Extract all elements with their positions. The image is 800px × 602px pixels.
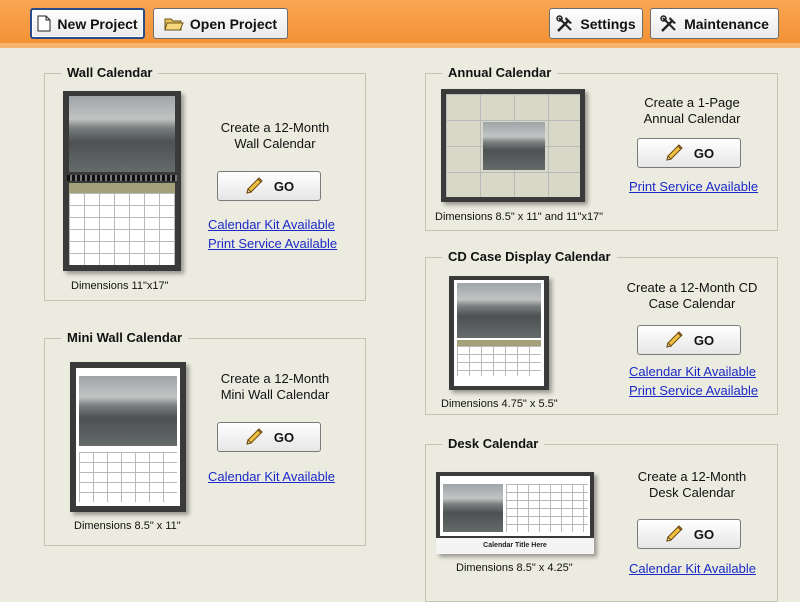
pencil-icon <box>244 427 264 447</box>
annual-calendar-go-button[interactable]: GO <box>637 138 741 168</box>
toolbar: New Project Open Project Settings Mainte… <box>0 0 800 48</box>
cd-case-calendar-description: Create a 12-Month CD Case Calendar <box>626 280 758 311</box>
mini-wall-calendar-go-button[interactable]: GO <box>217 422 321 452</box>
pencil-icon <box>244 176 264 196</box>
maintenance-label: Maintenance <box>684 15 769 32</box>
wall-calendar-group: Wall Calendar Create a 12-Month Wall Cal… <box>44 65 366 301</box>
cd-case-calendar-title: CD Case Display Calendar <box>442 249 617 264</box>
pencil-icon <box>664 330 684 350</box>
desk-calendar-group: Desk Calendar Calendar Title Here Create… <box>425 436 778 602</box>
wall-calendar-dimensions: Dimensions 11"x17" <box>71 280 169 292</box>
go-label: GO <box>693 332 715 348</box>
annual-calendar-title: Annual Calendar <box>442 65 558 80</box>
open-project-label: Open Project <box>189 15 278 32</box>
wall-calendar-thumbnail <box>63 91 181 271</box>
mini-wall-calendar-description: Create a 12-Month Mini Wall Calendar <box>220 371 330 402</box>
go-label: GO <box>273 178 295 194</box>
wall-calendar-description: Create a 12-Month Wall Calendar <box>220 120 330 151</box>
annual-calendar-description: Create a 1-Page Annual Calendar <box>643 95 741 126</box>
open-project-button[interactable]: Open Project <box>153 8 288 39</box>
desk-calendar-thumbnail: Calendar Title Here <box>436 472 594 554</box>
desk-calendar-dimensions: Dimensions 8.5" x 4.25" <box>456 562 573 574</box>
mini-wall-calendar-group: Mini Wall Calendar Create a 12-Month Min… <box>44 330 366 546</box>
cd-case-calendar-group: CD Case Display Calendar Create a 12-Mon… <box>425 249 778 415</box>
desk-calendar-description: Create a 12-Month Desk Calendar <box>637 469 747 500</box>
pencil-icon <box>664 524 684 544</box>
tools-icon <box>556 14 574 33</box>
settings-button[interactable]: Settings <box>549 8 643 39</box>
calendar-kit-link[interactable]: Calendar Kit Available <box>629 561 756 576</box>
mini-wall-calendar-title: Mini Wall Calendar <box>61 330 189 345</box>
pencil-icon <box>664 143 684 163</box>
annual-calendar-group: Annual Calendar Create a 1-Page Annual C… <box>425 65 778 231</box>
new-project-label: New Project <box>57 15 138 32</box>
wall-calendar-title: Wall Calendar <box>61 65 159 80</box>
cd-case-calendar-dimensions: Dimensions 4.75" x 5.5" <box>441 398 558 410</box>
calendar-kit-link[interactable]: Calendar Kit Available <box>208 217 335 232</box>
annual-calendar-thumbnail <box>441 89 585 202</box>
wall-calendar-go-button[interactable]: GO <box>217 171 321 201</box>
cd-case-calendar-go-button[interactable]: GO <box>637 325 741 355</box>
go-label: GO <box>693 145 715 161</box>
settings-label: Settings <box>580 15 636 32</box>
open-folder-icon <box>164 16 184 32</box>
print-service-link[interactable]: Print Service Available <box>629 179 758 194</box>
print-service-link[interactable]: Print Service Available <box>208 236 337 251</box>
go-label: GO <box>273 429 295 445</box>
desk-calendar-title: Desk Calendar <box>442 436 545 451</box>
go-label: GO <box>693 526 715 542</box>
calendar-kit-link[interactable]: Calendar Kit Available <box>208 469 335 484</box>
tools-icon <box>660 14 678 33</box>
calendar-kit-link[interactable]: Calendar Kit Available <box>629 364 756 379</box>
toolbar-divider <box>0 43 800 48</box>
new-document-icon <box>37 15 51 32</box>
print-service-link[interactable]: Print Service Available <box>629 383 758 398</box>
annual-calendar-dimensions: Dimensions 8.5" x 11" and 11"x17" <box>435 211 604 223</box>
new-project-button[interactable]: New Project <box>30 8 145 39</box>
desk-calendar-go-button[interactable]: GO <box>637 519 741 549</box>
cd-case-calendar-thumbnail <box>449 276 549 390</box>
mini-wall-calendar-dimensions: Dimensions 8.5" x 11" <box>74 520 181 532</box>
maintenance-button[interactable]: Maintenance <box>650 8 779 39</box>
mini-wall-calendar-thumbnail <box>70 362 186 512</box>
desk-thumbnail-caption: Calendar Title Here <box>436 538 594 554</box>
